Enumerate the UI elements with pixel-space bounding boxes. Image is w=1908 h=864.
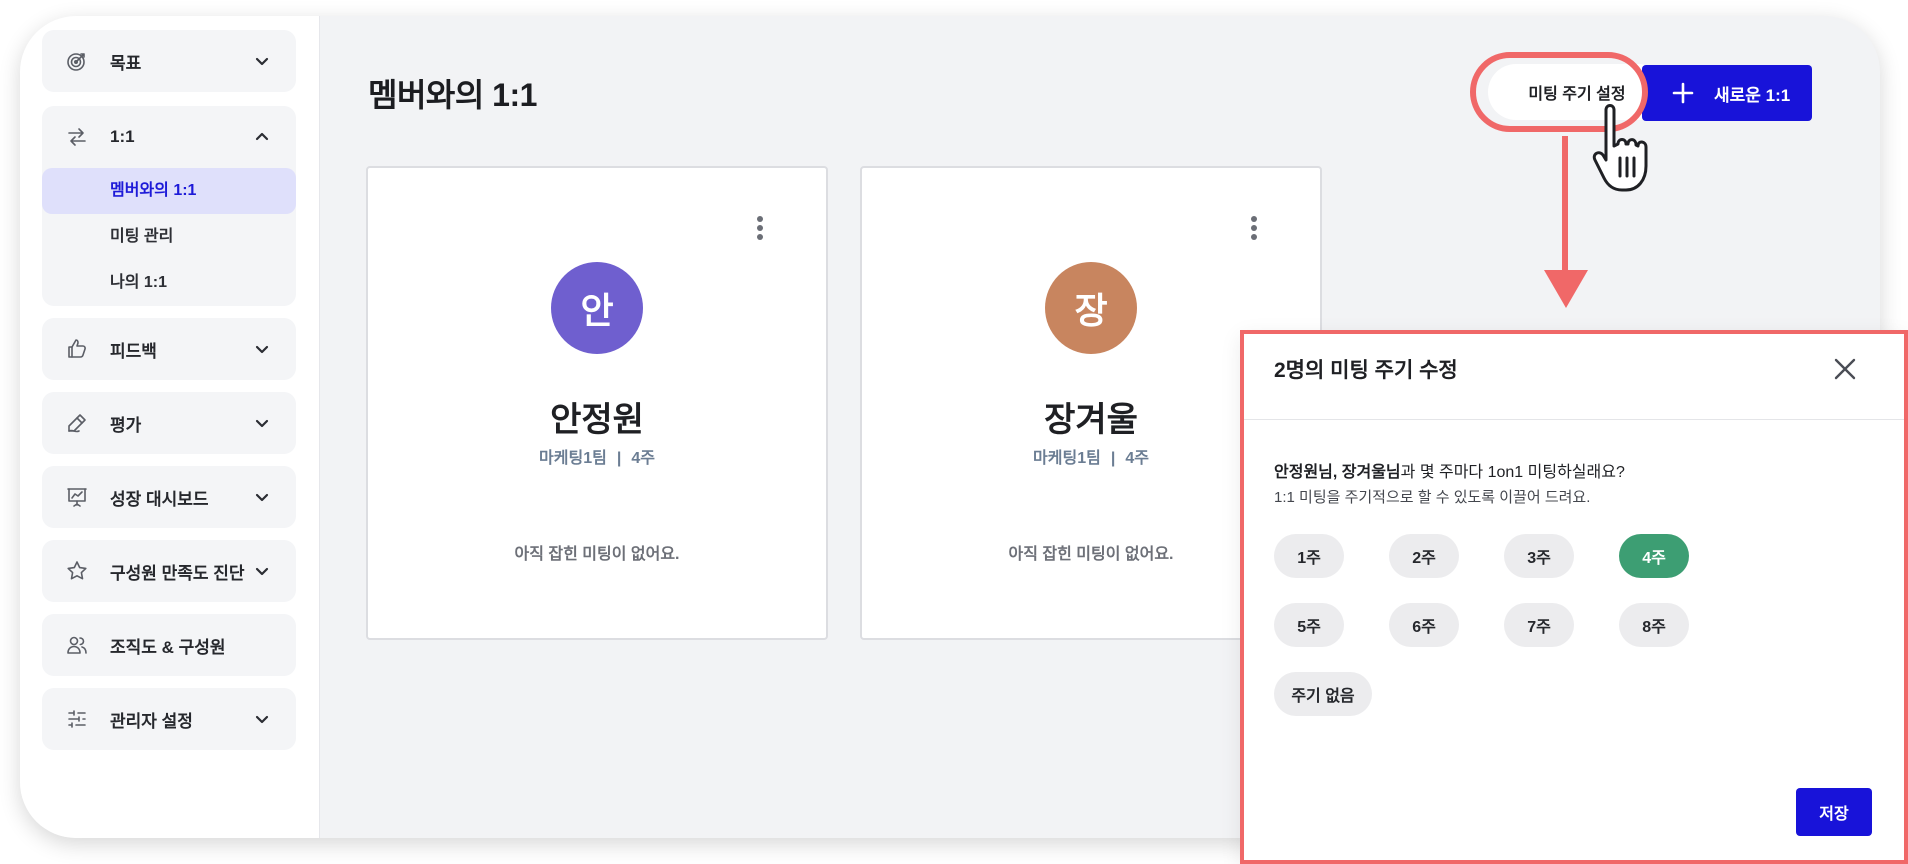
modal-subtitle: 1:1 미팅을 주기적으로 할 수 있도록 이끌어 드려요. [1274,489,1591,506]
more-options-icon[interactable] [754,216,766,246]
pointer-hand-icon [1592,100,1672,200]
edit-meeting-period-modal: 2명의 미팅 주기 수정 안정원님, 장겨울님과 몇 주마다 1on1 미팅하실… [1240,330,1908,864]
sidebar-item-one-on-one[interactable]: 1:1 [42,106,296,168]
sliders-icon [64,706,90,732]
period-option-8w[interactable]: 8주 [1619,603,1689,647]
sidebar-subitem-meeting-management[interactable]: 미팅 관리 [42,214,296,260]
chevron-up-icon [254,129,270,145]
modal-question-text: 과 몇 주마다 1on1 미팅하실래요? [1400,464,1625,481]
modal-question-names: 안정원님, 장겨울님 [1274,464,1401,481]
more-options-icon[interactable] [1248,216,1260,246]
chevron-down-icon [254,563,270,579]
member-meta: 마케팅1팀 | 4주 [368,444,826,468]
period-option-4w[interactable]: 4주 [1619,534,1689,578]
sidebar-item-label: 성장 대시보드 [110,489,209,509]
sidebar-item-goals[interactable]: 목표 [42,30,296,92]
screenshot-stage: 목표 1:1 멤버와의 1:1 미팅 관리 나의 1:1 피드백 평가 성장 대… [0,0,1908,864]
swap-arrows-icon [64,124,90,150]
member-name: 안정원 [550,401,644,439]
period-option-6w[interactable]: 6주 [1389,603,1459,647]
sidebar-item-feedback[interactable]: 피드백 [42,318,296,380]
sidebar-item-label: 1:1 [110,127,135,146]
sidebar-subitem-member-one-on-one[interactable]: 멤버와의 1:1 [42,168,296,214]
period-option-5w[interactable]: 5주 [1274,603,1344,647]
save-button[interactable]: 저장 [1796,788,1872,836]
modal-header: 2명의 미팅 주기 수정 [1244,334,1904,420]
sidebar-item-growth-dashboard[interactable]: 성장 대시보드 [42,466,296,528]
sidebar-item-label: 목표 [110,53,142,73]
callout-connector-line [1562,136,1568,272]
meta-separator: | [616,450,622,467]
member-team: 마케팅1팀 [1033,450,1101,467]
period-option-2w[interactable]: 2주 [1389,534,1459,578]
presentation-chart-icon [64,484,90,510]
thumbs-up-icon [64,336,90,362]
modal-title: 2명의 미팅 주기 수정 [1274,359,1458,382]
chevron-down-icon [254,53,270,69]
chevron-down-icon [254,489,270,505]
member-period: 4주 [631,450,655,467]
target-icon [64,48,90,74]
people-icon [64,632,90,658]
sidebar: 목표 1:1 멤버와의 1:1 미팅 관리 나의 1:1 피드백 평가 성장 대… [20,16,320,838]
member-card[interactable]: 안 안정원 마케팅1팀 | 4주 아직 잡힌 미팅이 없어요. [366,166,828,640]
sidebar-item-satisfaction-survey[interactable]: 구성원 만족도 진단 [42,540,296,602]
sidebar-item-label: 평가 [110,415,142,435]
sidebar-item-label: 관리자 설정 [110,711,193,731]
page-title: 멤버와의 1:1 [368,77,537,113]
sidebar-item-admin-settings[interactable]: 관리자 설정 [42,688,296,750]
period-option-1w[interactable]: 1주 [1274,534,1344,578]
chevron-down-icon [254,415,270,431]
star-icon [64,558,90,584]
chevron-down-icon [254,711,270,727]
plus-icon [1672,82,1694,104]
period-option-7w[interactable]: 7주 [1504,603,1574,647]
new-one-on-one-label: 새로운 1:1 [1714,85,1791,105]
modal-question: 안정원님, 장겨울님과 몇 주마다 1on1 미팅하실래요? [1274,458,1625,482]
sidebar-subitem-my-one-on-one[interactable]: 나의 1:1 [42,260,296,306]
sidebar-item-evaluation[interactable]: 평가 [42,392,296,454]
empty-meetings-text: 아직 잡힌 미팅이 없어요. [514,546,680,563]
period-option-3w[interactable]: 3주 [1504,534,1574,578]
sidebar-group-one-on-one: 1:1 멤버와의 1:1 미팅 관리 나의 1:1 [42,106,296,306]
sidebar-item-label: 피드백 [110,341,157,361]
meta-separator: | [1110,450,1116,467]
sidebar-item-org-chart[interactable]: 조직도 & 구성원 [42,614,296,676]
pen-icon [64,410,90,436]
member-period: 4주 [1125,450,1149,467]
avatar: 안 [551,262,643,354]
sidebar-item-label: 구성원 만족도 진단 [110,563,245,583]
close-icon[interactable] [1832,356,1858,382]
chevron-down-icon [254,341,270,357]
period-option-none[interactable]: 주기 없음 [1274,672,1372,716]
sidebar-item-label: 조직도 & 구성원 [110,637,226,657]
member-team: 마케팅1팀 [539,450,607,467]
avatar: 장 [1045,262,1137,354]
callout-arrow-icon [1544,270,1588,308]
